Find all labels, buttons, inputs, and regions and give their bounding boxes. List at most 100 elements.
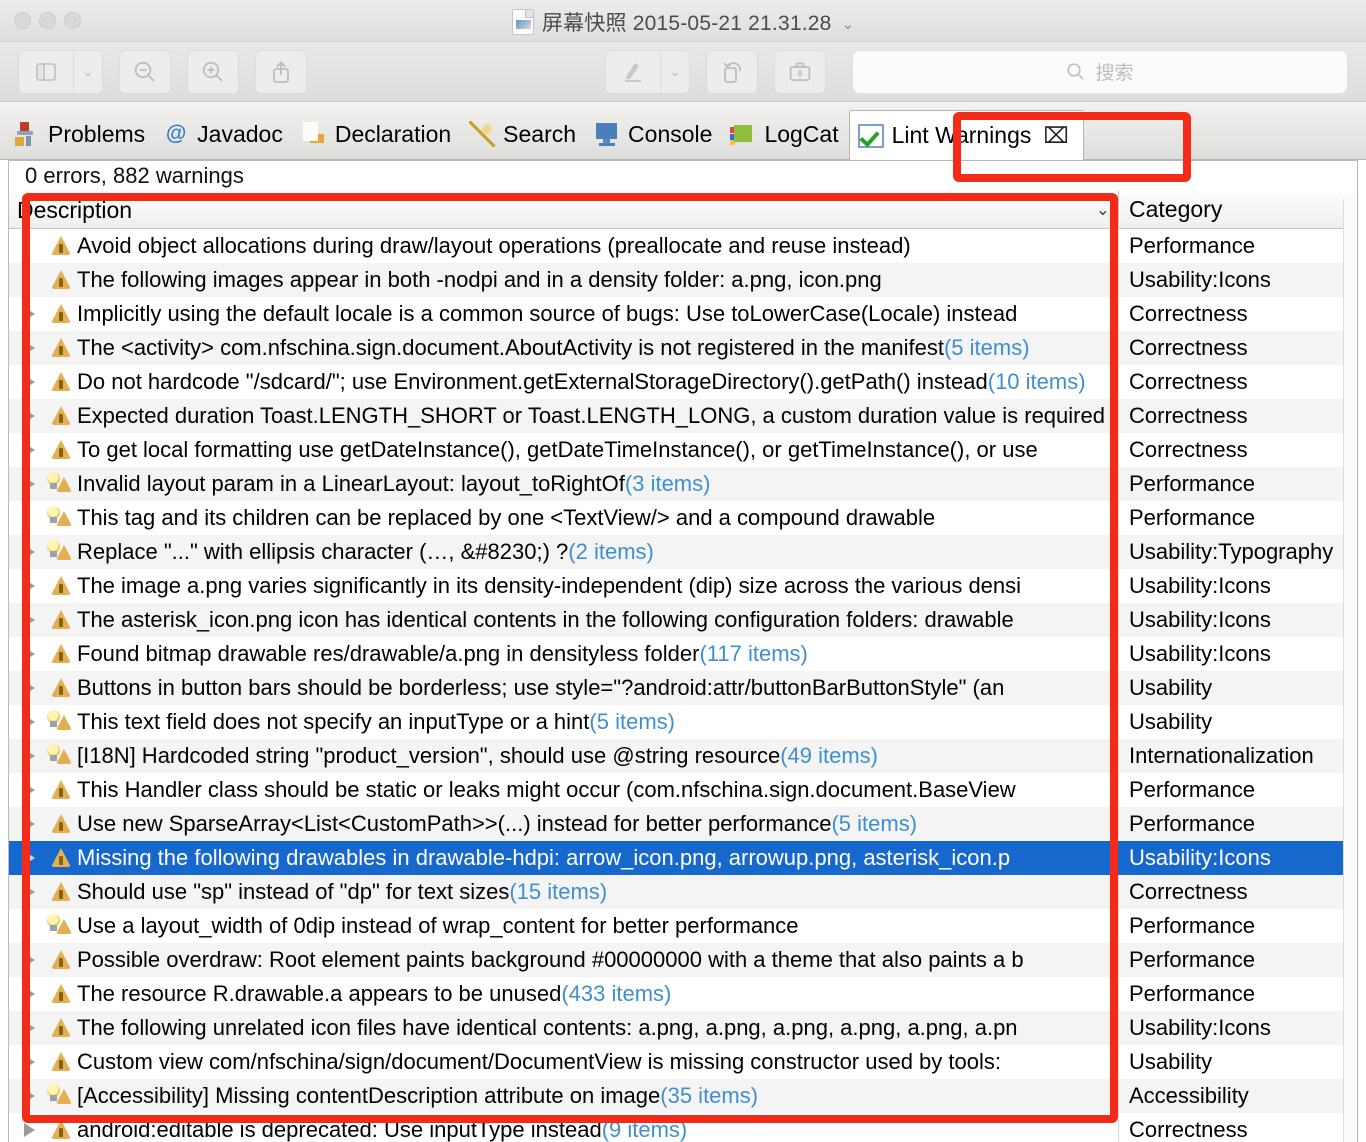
table-row[interactable]: Should use "sp" instead of "dp" for text… xyxy=(9,875,1357,909)
table-row[interactable]: [Accessibility] Missing contentDescripti… xyxy=(9,1079,1357,1113)
disclosure-triangle-icon[interactable] xyxy=(13,331,45,365)
table-row[interactable]: Replace "..." with ellipsis character (…… xyxy=(9,535,1357,569)
disclosure-triangle-icon[interactable] xyxy=(13,739,45,773)
row-item-count[interactable]: (10 items) xyxy=(988,369,1086,395)
vertical-scrollbar[interactable] xyxy=(1343,199,1357,1142)
logcat-icon xyxy=(730,121,757,147)
row-description-text: Possible overdraw: Root element paints b… xyxy=(77,947,1024,972)
disclosure-triangle-icon[interactable] xyxy=(13,603,45,637)
disclosure-triangle-icon[interactable] xyxy=(13,297,45,331)
cell-description: Should use "sp" instead of "dp" for text… xyxy=(9,875,1119,909)
row-item-count[interactable]: (49 items) xyxy=(780,743,878,769)
cell-category: Correctness xyxy=(1129,369,1248,394)
tab-problems[interactable]: Problems xyxy=(6,109,155,159)
table-row[interactable]: This Handler class should be static or l… xyxy=(9,773,1357,807)
disclosure-triangle-icon[interactable] xyxy=(13,399,45,433)
table-row[interactable]: The <activity> com.nfschina.sign.documen… xyxy=(9,331,1357,365)
table-row[interactable]: The resource R.drawable.a appears to be … xyxy=(9,977,1357,1011)
table-row[interactable]: Avoid object allocations during draw/lay… xyxy=(9,229,1357,263)
disclosure-triangle-icon[interactable] xyxy=(13,535,45,569)
sidebar-toggle-group[interactable]: ⌄ xyxy=(18,49,103,94)
disclosure-triangle-icon[interactable] xyxy=(13,365,45,399)
table-row[interactable]: This text field does not specify an inpu… xyxy=(9,705,1357,739)
row-item-count[interactable]: (3 items) xyxy=(625,471,711,497)
disclosure-triangle-icon[interactable] xyxy=(13,875,45,909)
rotate-button[interactable] xyxy=(706,49,758,94)
toolbox-button[interactable] xyxy=(774,49,826,94)
table-row[interactable]: android:editable is deprecated: Use inpu… xyxy=(9,1113,1357,1142)
disclosure-triangle-icon[interactable] xyxy=(13,773,45,807)
row-item-count[interactable]: (15 items) xyxy=(509,879,607,905)
table-row[interactable]: The image a.png varies significantly in … xyxy=(9,569,1357,603)
markup-group[interactable]: ⌄ xyxy=(605,49,690,94)
disclosure-triangle-icon[interactable] xyxy=(13,943,45,977)
warning-icon xyxy=(45,263,77,297)
zoom-out-button[interactable] xyxy=(119,49,171,94)
share-button[interactable] xyxy=(255,49,307,94)
tab-search[interactable]: Search xyxy=(461,109,586,159)
zoom-in-button[interactable] xyxy=(187,49,239,94)
row-item-count[interactable]: (433 items) xyxy=(561,981,671,1007)
disclosure-triangle-icon[interactable] xyxy=(13,637,45,671)
row-item-count[interactable]: (2 items) xyxy=(568,539,654,565)
row-item-count[interactable]: (9 items) xyxy=(602,1117,688,1142)
disclosure-triangle-icon[interactable] xyxy=(13,569,45,603)
disclosure-triangle-icon[interactable] xyxy=(13,467,45,501)
table-row[interactable]: This tag and its children can be replace… xyxy=(9,501,1357,535)
disclosure-triangle-icon xyxy=(13,909,45,943)
table-row[interactable]: To get local formatting use getDateInsta… xyxy=(9,433,1357,467)
disclosure-triangle-icon[interactable] xyxy=(13,1113,45,1142)
close-icon[interactable]: ⌧ xyxy=(1043,123,1068,149)
row-item-count[interactable]: (5 items) xyxy=(589,709,675,735)
disclosure-triangle-icon[interactable] xyxy=(13,1045,45,1079)
row-item-count[interactable]: (35 items) xyxy=(660,1083,758,1109)
tab-logcat[interactable]: LogCat xyxy=(722,109,848,159)
table-row[interactable]: Do not hardcode "/sdcard/"; use Environm… xyxy=(9,365,1357,399)
table-row[interactable]: Use new SparseArray<List<CustomPath>>(..… xyxy=(9,807,1357,841)
table-row[interactable]: The following unrelated icon files have … xyxy=(9,1011,1357,1045)
table-row[interactable]: Missing the following drawables in drawa… xyxy=(9,841,1357,875)
warning-icon xyxy=(45,433,77,467)
table-row[interactable]: Use a layout_width of 0dip instead of wr… xyxy=(9,909,1357,943)
disclosure-triangle-icon[interactable] xyxy=(13,1079,45,1113)
disclosure-triangle-icon[interactable] xyxy=(13,1011,45,1045)
row-item-count[interactable]: (117 items) xyxy=(699,641,807,667)
disclosure-triangle-icon[interactable] xyxy=(13,433,45,467)
disclosure-triangle-icon[interactable] xyxy=(13,977,45,1011)
row-description-text: Missing the following drawables in drawa… xyxy=(77,845,1011,870)
cell-category: Usability:Icons xyxy=(1129,573,1271,598)
chevron-down-icon[interactable]: ⌄ xyxy=(661,51,689,93)
sidebar-icon[interactable] xyxy=(19,51,73,93)
table-row[interactable]: The asterisk_icon.png icon has identical… xyxy=(9,603,1357,637)
disclosure-triangle-icon[interactable] xyxy=(13,807,45,841)
row-item-count[interactable]: (5 items) xyxy=(831,811,917,837)
search-input[interactable]: 搜索 xyxy=(1095,58,1133,85)
disclosure-triangle-icon[interactable] xyxy=(13,671,45,705)
table-row[interactable]: Buttons in button bars should be borderl… xyxy=(9,671,1357,705)
table-row[interactable]: Expected duration Toast.LENGTH_SHORT or … xyxy=(9,399,1357,433)
tab-javadoc[interactable]: @ Javadoc xyxy=(155,109,293,159)
table-row[interactable]: Possible overdraw: Root element paints b… xyxy=(9,943,1357,977)
disclosure-triangle-icon[interactable] xyxy=(13,705,45,739)
disclosure-triangle-icon[interactable] xyxy=(13,841,45,875)
cell-description: Invalid layout param in a LinearLayout: … xyxy=(9,467,1119,501)
markup-pen-icon[interactable] xyxy=(606,51,660,93)
table-row[interactable]: Implicitly using the default locale is a… xyxy=(9,297,1357,331)
table-row[interactable]: Custom view com/nfschina/sign/document/D… xyxy=(9,1045,1357,1079)
row-item-count[interactable]: (5 items) xyxy=(944,335,1030,361)
column-header-category[interactable]: Category xyxy=(1119,196,1222,223)
tab-lint-warnings[interactable]: Lint Warnings ⌧ xyxy=(848,110,1084,160)
warning-icon xyxy=(45,1045,77,1079)
tab-declaration[interactable]: Declaration xyxy=(293,109,461,159)
search-field[interactable]: 搜索 xyxy=(852,49,1348,94)
table-row[interactable]: Found bitmap drawable res/drawable/a.png… xyxy=(9,637,1357,671)
chevron-down-icon[interactable]: ⌄ xyxy=(74,51,102,93)
cell-category: Usability:Icons xyxy=(1129,641,1271,666)
table-row[interactable]: Invalid layout param in a LinearLayout: … xyxy=(9,467,1357,501)
chevron-down-icon[interactable]: ⌄ xyxy=(1096,191,1110,229)
column-header-description[interactable]: Description ⌄ xyxy=(9,190,1119,229)
table-row[interactable]: [I18N] Hardcoded string "product_version… xyxy=(9,739,1357,773)
tab-console[interactable]: Console xyxy=(586,109,722,159)
chevron-down-icon[interactable]: ⌄ xyxy=(842,17,855,32)
table-row[interactable]: The following images appear in both -nod… xyxy=(9,263,1357,297)
